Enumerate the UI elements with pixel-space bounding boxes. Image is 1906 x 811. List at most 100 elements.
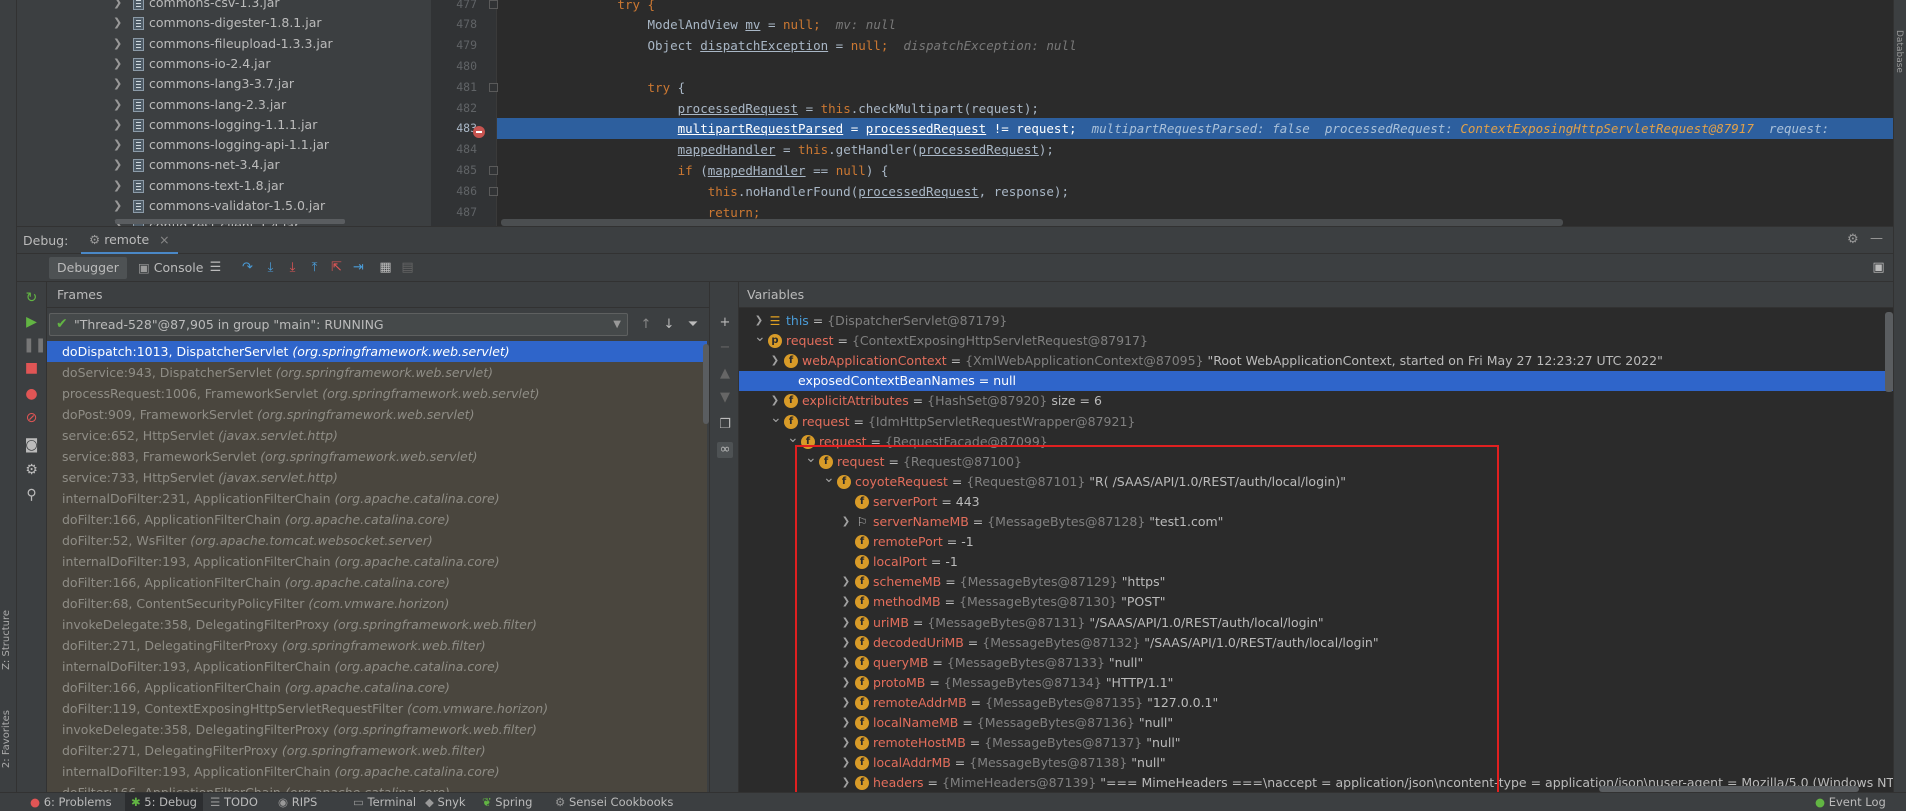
frame-item[interactable]: doService:943, DispatcherServlet (org.sp… — [47, 362, 707, 383]
frame-item[interactable]: doFilter:68, ContentSecurityPolicyFilter… — [47, 593, 707, 614]
project-tree-item[interactable]: ❯ commons-digester-1.8.1.jar — [17, 13, 431, 33]
add-watch-icon[interactable]: + — [717, 315, 733, 331]
project-tree-item[interactable]: ❯ commons-csv-1.3.jar — [17, 0, 431, 13]
remove-watch-icon[interactable]: − — [717, 340, 733, 356]
frame-item[interactable]: doFilter:119, ContextExposingHttpServlet… — [47, 698, 707, 719]
chevron-right-icon[interactable]: ❯ — [113, 115, 122, 135]
code-editor[interactable]: 477 478 479 480 481 482 483 484 485 486 487 try { … — [431, 0, 1893, 226]
frame-item[interactable]: internalDoFilter:193, ApplicationFilterC… — [47, 656, 707, 677]
restore-layout-icon[interactable]: ▣ — [1871, 260, 1886, 275]
frame-item[interactable]: invokeDelegate:358, DelegatingFilterProx… — [47, 719, 707, 740]
tab-debugger[interactable]: Debugger — [49, 257, 127, 279]
tab-debug[interactable]: ✱ 5: Debug — [125, 793, 203, 811]
chevron-right-icon[interactable]: ❯ — [113, 54, 122, 74]
tab-problems[interactable]: ● 6: Problems — [30, 793, 112, 811]
chevron-down-icon[interactable]: ⌄ — [754, 327, 766, 347]
evaluate-expression-icon[interactable]: ▦ — [378, 260, 393, 275]
tab-snyk[interactable]: ◆ Snyk — [425, 793, 466, 811]
variable-row[interactable]: ❯ f webApplicationContext = {XmlWebApplica… — [739, 351, 1893, 371]
project-tree-item[interactable]: ❯ commons-fileupload-1.3.3.jar — [17, 34, 431, 54]
variable-row[interactable]: exposedContextBeanNames = null — [739, 371, 1893, 392]
pin-icon[interactable]: ⚲ — [23, 487, 40, 504]
minimize-icon[interactable]: — — [1870, 231, 1883, 246]
camera-icon[interactable]: ◙ — [23, 437, 40, 454]
frame-item[interactable]: internalDoFilter:193, ApplicationFilterC… — [47, 551, 707, 572]
chevron-right-icon[interactable]: ❯ — [770, 351, 780, 371]
project-tree-item[interactable]: ❯ commons-lang3-3.7.jar — [17, 74, 431, 94]
chevron-right-icon[interactable]: ❯ — [113, 155, 122, 175]
copy-icon[interactable]: ❐ — [717, 417, 733, 433]
frame-item[interactable]: doFilter:271, DelegatingFilterProxy (org… — [47, 740, 707, 761]
frame-item[interactable]: service:733, HttpServlet (javax.servlet.… — [47, 467, 707, 488]
mute-breakpoints-icon[interactable]: ⊘ — [23, 410, 40, 427]
frame-item[interactable]: service:652, HttpServlet (javax.servlet.… — [47, 425, 707, 446]
stop-icon[interactable]: ■ — [23, 360, 40, 377]
chevron-right-icon[interactable]: ❯ — [113, 34, 122, 54]
chevron-right-icon[interactable]: ❯ — [113, 176, 122, 196]
tab-event-log[interactable]: ● Event Log — [1815, 793, 1886, 811]
variable-row[interactable]: ⌄ f request = {IdmHttpServletRequestWrappe… — [739, 410, 1893, 432]
chevron-right-icon[interactable]: ❯ — [113, 135, 122, 155]
project-tree-item[interactable]: ❯ commons-text-1.8.jar — [17, 176, 431, 196]
layout-menu-icon[interactable]: ☰ — [208, 260, 223, 275]
variable-row[interactable]: ❯ f explicitAttributes = {HashSet@87920} s… — [739, 391, 1893, 411]
chevron-down-icon[interactable]: ▼ — [613, 314, 621, 335]
editor-horizontal-scrollbar[interactable] — [501, 219, 1563, 226]
tab-rips[interactable]: ◉ RIPS — [278, 793, 317, 811]
arrow-down-icon[interactable]: ↓ — [659, 315, 679, 335]
project-tree-item[interactable]: ❯ commons-logging-api-1.1.jar — [17, 135, 431, 155]
arrow-up-icon[interactable]: ↑ — [636, 315, 656, 335]
step-over-icon[interactable]: ↷ — [240, 260, 255, 275]
move-up-icon[interactable]: ▲ — [717, 366, 733, 382]
show-watches-icon[interactable]: ∞ — [717, 442, 733, 458]
frame-item[interactable]: processRequest:1006, FrameworkServlet (o… — [47, 383, 707, 404]
chevron-down-icon[interactable]: ⌄ — [770, 408, 782, 428]
breakpoint-icon[interactable] — [473, 126, 485, 138]
frame-item[interactable]: doDispatch:1013, DispatcherServlet (org.… — [47, 341, 707, 362]
tab-todo[interactable]: ☰ TODO — [210, 793, 258, 811]
resume-icon[interactable]: ▶ — [23, 314, 40, 331]
favorites-tool-tab[interactable]: 2: Favorites — [1, 710, 12, 768]
chevron-right-icon[interactable]: ❯ — [113, 196, 122, 216]
thread-selector[interactable]: ✔ "Thread-528"@87,905 in group "main": R… — [49, 313, 628, 336]
chevron-right-icon[interactable]: ❯ — [113, 74, 122, 94]
project-horizontal-scrollbar[interactable] — [115, 219, 345, 224]
tab-sensei-cookbooks[interactable]: ⚙ Sensei Cookbooks — [555, 793, 673, 811]
variables-scrollbar[interactable] — [1885, 312, 1893, 392]
step-out-icon[interactable]: ⤒ — [307, 260, 322, 275]
project-tree-item[interactable]: ❯ commons-validator-1.5.0.jar — [17, 196, 431, 216]
frame-item[interactable]: doFilter:166, ApplicationFilterChain (or… — [47, 677, 707, 698]
frame-item[interactable]: doFilter:166, ApplicationFilterChain (or… — [47, 782, 707, 792]
settings-icon[interactable]: ⚙ — [23, 462, 40, 479]
project-tree-item[interactable]: ❯ commons-io-2.4.jar — [17, 54, 431, 74]
chevron-right-icon[interactable]: ❯ — [113, 13, 122, 33]
project-tree-item[interactable]: ❯ commons-net-3.4.jar — [17, 155, 431, 175]
frame-item[interactable]: doPost:909, FrameworkServlet (org.spring… — [47, 404, 707, 425]
trace-icon[interactable]: ▤ — [400, 260, 415, 275]
frame-item[interactable]: internalDoFilter:231, ApplicationFilterC… — [47, 488, 707, 509]
move-down-icon[interactable]: ▼ — [717, 390, 733, 406]
frame-item[interactable]: doFilter:52, WsFilter (org.apache.tomcat… — [47, 530, 707, 551]
frame-item[interactable]: invokeDelegate:358, DelegatingFilterProx… — [47, 614, 707, 635]
project-tree-item[interactable]: ❯ commons-logging-1.1.1.jar — [17, 115, 431, 135]
chevron-right-icon[interactable]: ❯ — [113, 95, 122, 115]
tab-console[interactable]: ▣ Console — [130, 257, 211, 279]
filter-icon[interactable]: ⏷ — [683, 315, 703, 335]
variable-row[interactable]: ⌄ p request = {ContextExposingHttpServletR… — [739, 329, 1893, 351]
gear-icon[interactable]: ⚙ — [1847, 232, 1859, 247]
frame-item[interactable]: doFilter:271, DelegatingFilterProxy (org… — [47, 635, 707, 656]
tab-terminal[interactable]: ▭ Terminal — [353, 793, 416, 811]
frame-item[interactable]: doFilter:166, ApplicationFilterChain (or… — [47, 572, 707, 593]
project-tree-item[interactable]: ❯ commons-lang-2.3.jar — [17, 95, 431, 115]
run-to-cursor-icon[interactable]: ⇥ — [351, 260, 366, 275]
chevron-right-icon[interactable]: ❯ — [113, 0, 122, 13]
frame-item[interactable]: internalDoFilter:193, ApplicationFilterC… — [47, 761, 707, 782]
force-step-into-icon[interactable]: ⤓ — [285, 260, 300, 275]
tab-spring[interactable]: ❦ Spring — [482, 793, 532, 811]
structure-tool-tab[interactable]: Z: Structure — [1, 610, 12, 670]
step-into-icon[interactable]: ⤓ — [263, 260, 278, 275]
close-icon[interactable]: × — [159, 232, 169, 247]
frame-item[interactable]: service:883, FrameworkServlet (org.sprin… — [47, 446, 707, 467]
view-breakpoints-icon[interactable]: ● — [23, 386, 40, 403]
drop-frame-icon[interactable]: ⇱ — [329, 260, 344, 275]
